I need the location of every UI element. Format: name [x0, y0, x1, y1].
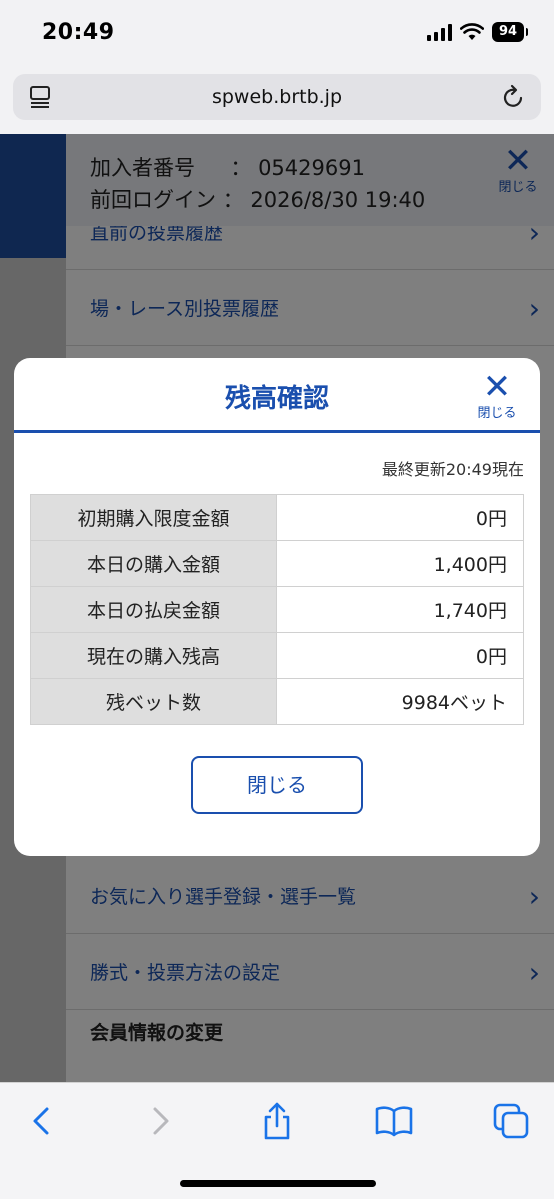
- cellular-signal-icon: [427, 23, 452, 41]
- modal-divider: [14, 430, 540, 433]
- table-row: 現在の購入残高 0円: [30, 632, 524, 679]
- row-value: 1,400円: [276, 540, 524, 587]
- url-text[interactable]: spweb.brtb.jp: [13, 86, 541, 108]
- address-bar[interactable]: spweb.brtb.jp: [13, 74, 541, 120]
- status-bar: 20:49 94: [0, 0, 554, 66]
- modal-title: 残高確認: [224, 384, 329, 414]
- table-row: 初期購入限度金額 0円: [30, 494, 524, 541]
- row-label: 本日の払戻金額: [30, 586, 277, 633]
- forward-icon[interactable]: [140, 1101, 180, 1141]
- reload-icon[interactable]: [501, 84, 527, 110]
- row-label: 現在の購入残高: [30, 632, 277, 679]
- wifi-icon: [460, 23, 484, 40]
- close-button[interactable]: 閉じる: [191, 756, 363, 814]
- table-row: 残ベット数 9984ベット: [30, 678, 524, 725]
- browser-address-area: spweb.brtb.jp: [0, 66, 554, 134]
- row-value: 0円: [276, 632, 524, 679]
- table-row: 本日の払戻金額 1,740円: [30, 586, 524, 633]
- row-label: 初期購入限度金額: [30, 494, 277, 541]
- row-value: 0円: [276, 494, 524, 541]
- bookmarks-icon[interactable]: [374, 1101, 414, 1141]
- row-label: 残ベット数: [30, 678, 277, 725]
- close-icon: ✕: [482, 367, 512, 407]
- battery-icon: 94: [492, 22, 528, 42]
- home-indicator: [180, 1180, 376, 1187]
- balance-table: 初期購入限度金額 0円 本日の購入金額 1,400円 本日の払戻金額 1,740…: [30, 494, 524, 725]
- modal-close-label: 閉じる: [477, 406, 517, 421]
- row-value: 1,740円: [276, 586, 524, 633]
- status-time: 20:49: [42, 20, 115, 45]
- back-icon[interactable]: [22, 1101, 62, 1141]
- table-row: 本日の購入金額 1,400円: [30, 540, 524, 587]
- share-icon[interactable]: [257, 1101, 297, 1141]
- status-indicators: 94: [427, 22, 528, 42]
- last-updated: 最終更新20:49現在: [381, 460, 524, 479]
- balance-modal: 残高確認 ✕ 閉じる 最終更新20:49現在 初期購入限度金額 0円 本日の購入…: [14, 358, 540, 856]
- row-label: 本日の購入金額: [30, 540, 277, 587]
- tabs-icon[interactable]: [491, 1101, 531, 1141]
- row-value: 9984ベット: [276, 678, 524, 725]
- modal-close-button[interactable]: ✕ 閉じる: [472, 367, 522, 421]
